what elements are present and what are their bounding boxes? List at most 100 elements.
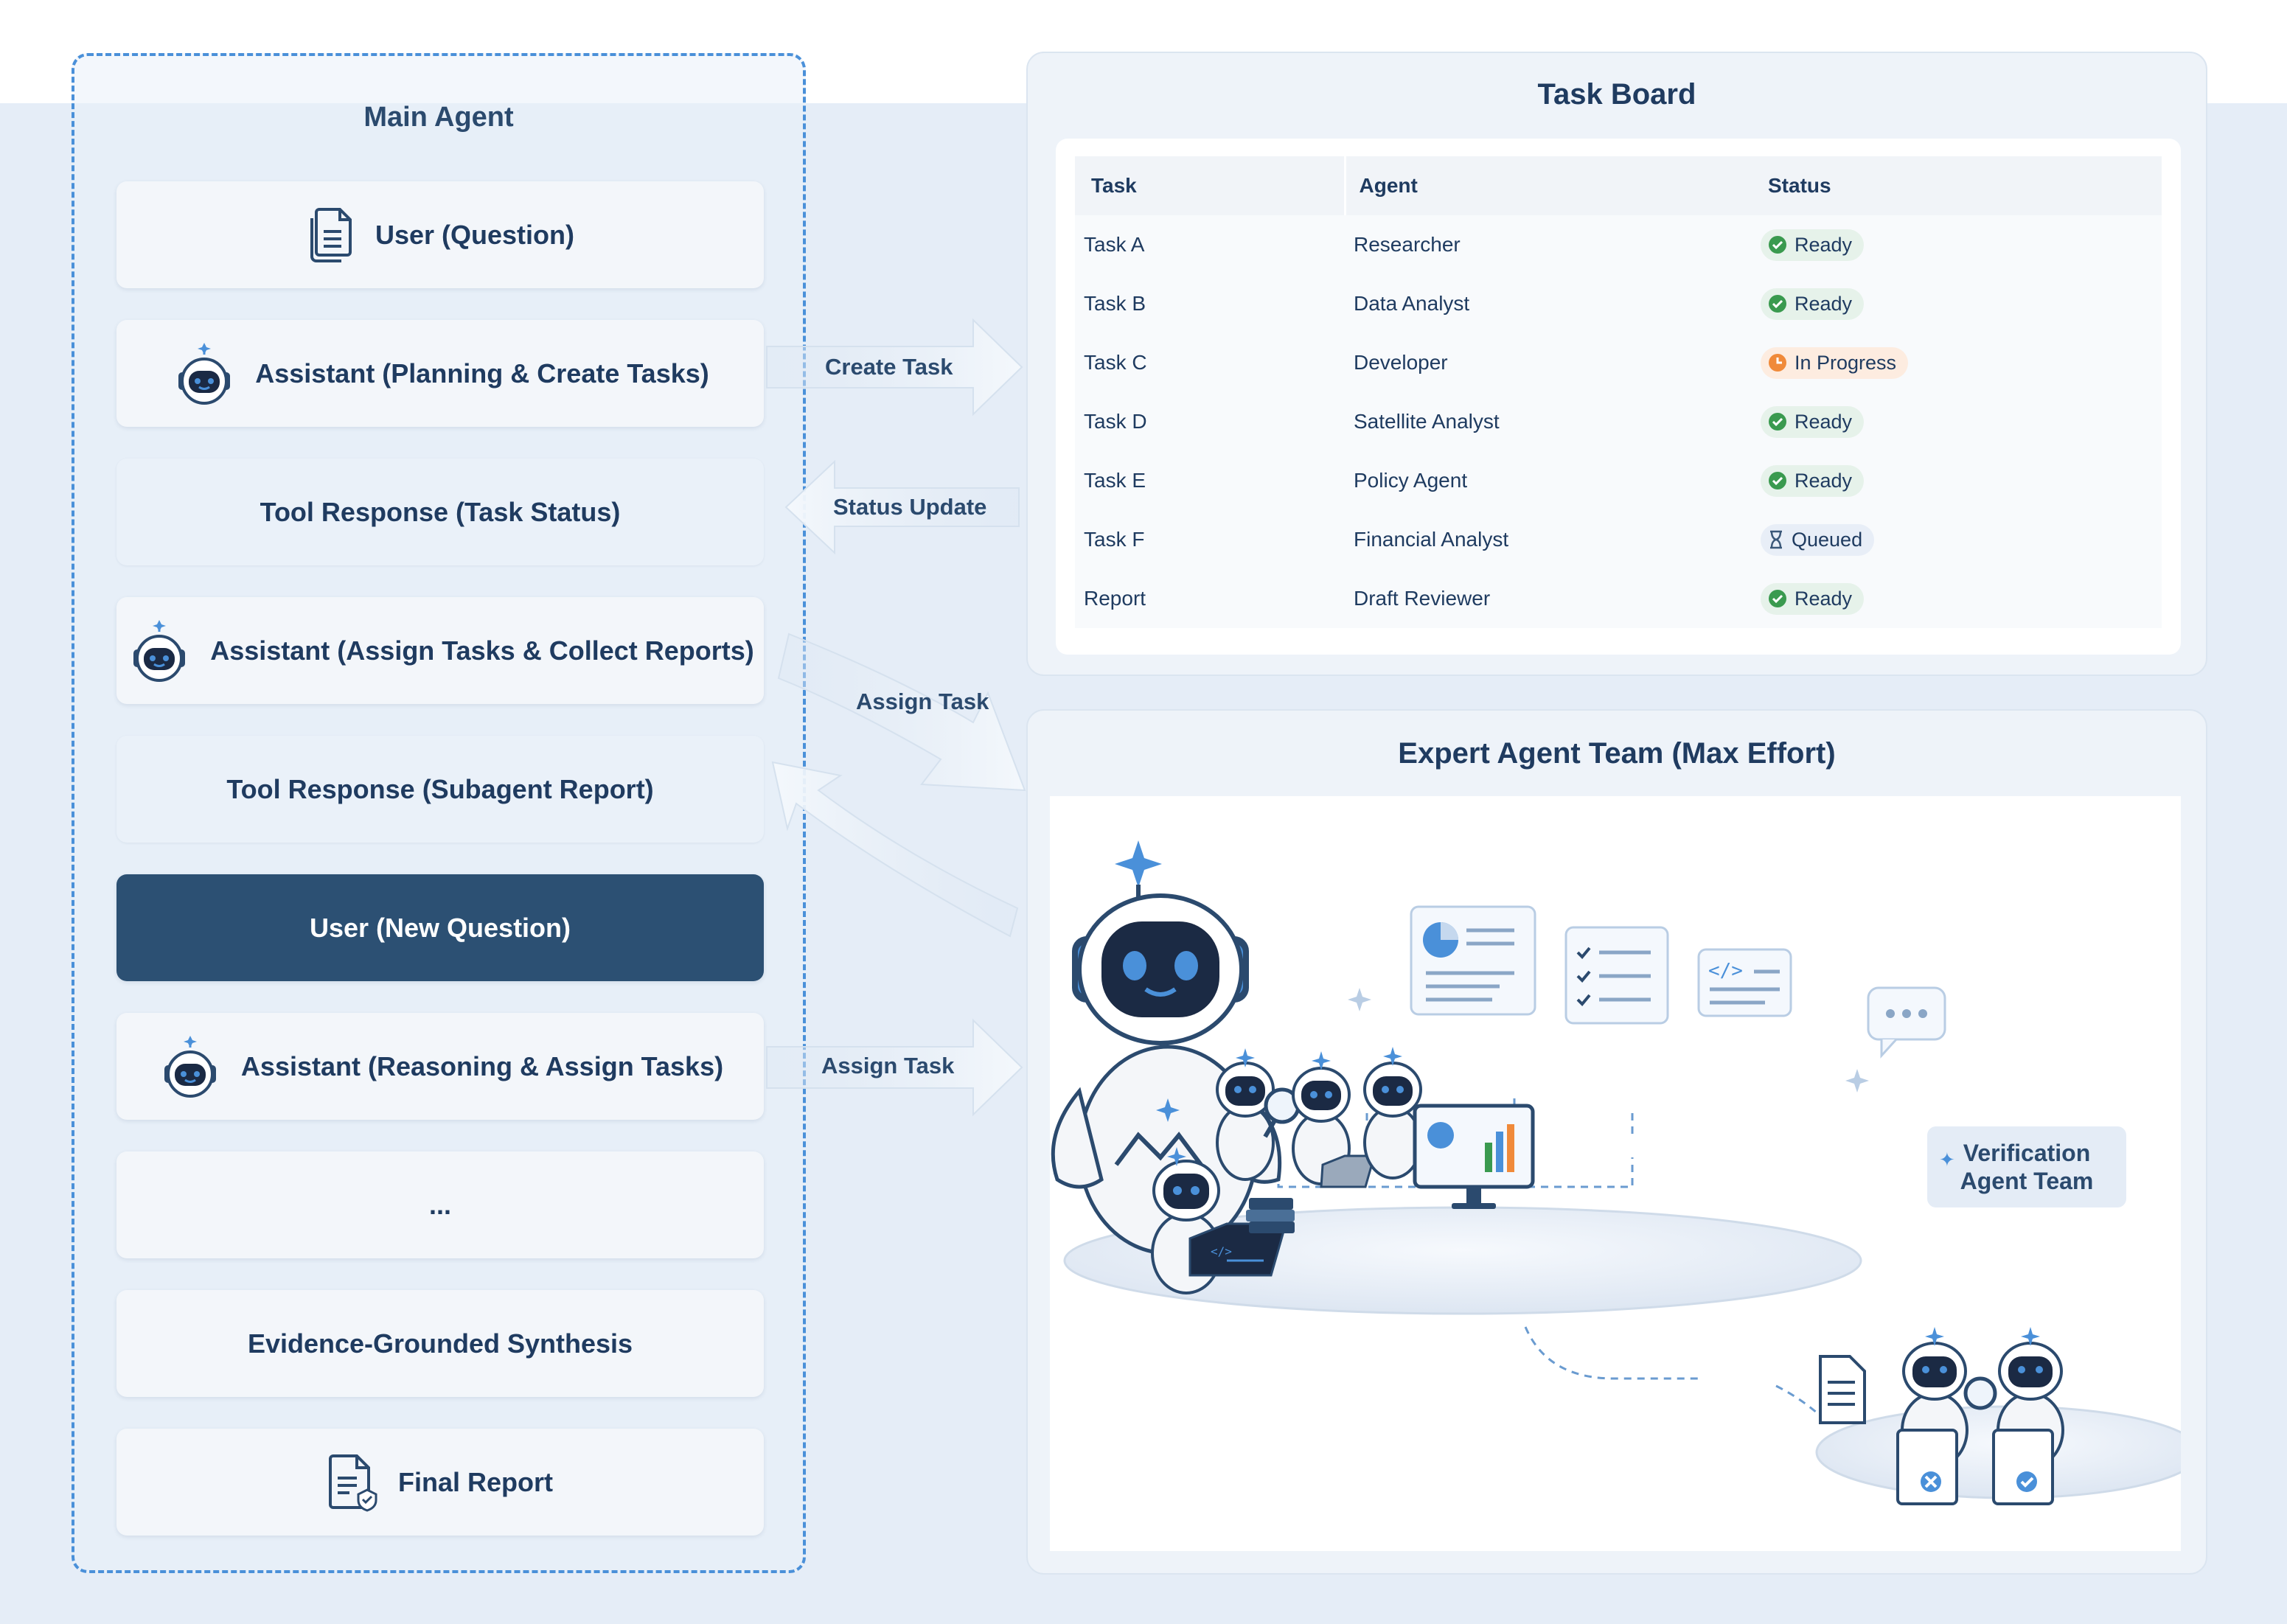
status-cell: Queued <box>1752 510 2162 569</box>
step-label: Assistant (Assign Tasks & Collect Report… <box>210 635 754 666</box>
table-row[interactable]: Task E Policy Agent Ready <box>1075 451 2162 510</box>
chat-bubble-icon <box>1867 986 1946 1059</box>
task-board-card: Task Agent Status Task A Researcher Ready T… <box>1056 139 2181 655</box>
status-cell: In Progress <box>1752 333 2162 392</box>
step-assistant-reasoning[interactable]: Assistant (Reasoning & Assign Tasks) <box>116 1013 764 1120</box>
table-row[interactable]: Task B Data Analyst Ready <box>1075 274 2162 333</box>
status-badge: Queued <box>1761 523 1875 556</box>
table-header-row: Task Agent Status <box>1075 156 2162 215</box>
status-badge: Ready <box>1761 582 1865 615</box>
step-evidence-synthesis[interactable]: Evidence-Grounded Synthesis <box>116 1290 764 1397</box>
table-row[interactable]: Task F Financial Analyst Queued <box>1075 510 2162 569</box>
check-circle-icon <box>1768 294 1787 313</box>
robot-laptop-apple <box>1292 1051 1376 1188</box>
step-label: Evidence-Grounded Synthesis <box>247 1328 633 1359</box>
status-cell: Ready <box>1752 392 2162 451</box>
status-badge: Ready <box>1761 229 1865 261</box>
task-cell: Task D <box>1075 392 1345 451</box>
hourglass-icon <box>1768 530 1784 549</box>
step-label: Assistant (Reasoning & Assign Tasks) <box>240 1050 724 1081</box>
column-header-task: Task <box>1075 156 1345 215</box>
sparkle-icon <box>1845 1069 1869 1092</box>
status-cell: Ready <box>1752 274 2162 333</box>
status-cell: Ready <box>1752 451 2162 510</box>
agent-cell: Financial Analyst <box>1345 510 1752 569</box>
check-circle-icon <box>1768 235 1787 254</box>
status-cell: Ready <box>1752 215 2162 274</box>
status-label: Queued <box>1792 528 1863 551</box>
table-row[interactable]: Task A Researcher Ready <box>1075 215 2162 274</box>
task-cell: Task C <box>1075 333 1345 392</box>
step-label: Tool Response (Task Status) <box>260 496 621 527</box>
task-board-panel: Task Board Task Agent Status Task A Resea… <box>1026 52 2207 676</box>
connector-line <box>1524 1326 1702 1380</box>
agent-cell: Policy Agent <box>1345 451 1752 510</box>
status-cell: Ready <box>1752 569 2162 628</box>
step-label: User (Question) <box>375 219 575 250</box>
step-final-report[interactable]: Final Report <box>116 1429 764 1536</box>
check-circle-icon <box>1768 589 1787 608</box>
task-table: Task Agent Status Task A Researcher Ready T… <box>1075 156 2162 628</box>
status-label: Ready <box>1795 410 1853 433</box>
table-row[interactable]: Task D Satellite Analyst Ready <box>1075 392 2162 451</box>
agent-cell: Draft Reviewer <box>1345 569 1752 628</box>
status-badge: Ready <box>1761 464 1865 497</box>
task-cell: Task E <box>1075 451 1345 510</box>
agent-cell: Satellite Analyst <box>1345 392 1752 451</box>
assign-task-label-1: Assign Task <box>856 689 989 714</box>
step-tool-response-status[interactable]: Tool Response (Task Status) <box>116 459 764 565</box>
svg-text:</>: </> <box>1708 960 1743 982</box>
table-row[interactable]: Report Draft Reviewer Ready <box>1075 569 2162 628</box>
verifier-robot-1 <box>1896 1327 1969 1505</box>
step-assistant-planning[interactable]: Assistant (Planning & Create Tasks) <box>116 320 764 427</box>
step-assistant-assign-collect[interactable]: Assistant (Assign Tasks & Collect Report… <box>116 597 764 704</box>
status-label: Ready <box>1795 233 1853 256</box>
status-label: Ready <box>1795 587 1853 610</box>
create-task-label: Create Task <box>825 354 953 380</box>
task-cell: Task F <box>1075 510 1345 569</box>
assign-task-label-2: Assign Task <box>821 1053 955 1078</box>
robot-icon <box>126 619 192 682</box>
table-row[interactable]: Task C Developer In Progress <box>1075 333 2162 392</box>
main-agent-panel: Main Agent User (Question) Assistant (Pl… <box>72 53 806 1573</box>
robot-magnifier <box>1216 1048 1301 1181</box>
books-stack <box>1246 1198 1295 1233</box>
verification-team-label: ✦ Verification Agent Team <box>1927 1126 2126 1207</box>
step-label: ... <box>428 1189 451 1220</box>
check-circle-icon <box>1768 471 1787 490</box>
step-user-question[interactable]: User (Question) <box>116 181 764 288</box>
sparkle-icon <box>1348 988 1371 1011</box>
task-cell: Report <box>1075 569 1345 628</box>
task-cell: Task B <box>1075 274 1345 333</box>
step-label: Tool Response (Subagent Report) <box>226 773 654 804</box>
step-user-new-question[interactable]: User (New Question) <box>116 874 764 981</box>
verifier-robot-2 <box>1992 1327 2064 1505</box>
chart-doc-card <box>1410 905 1536 1016</box>
column-header-status: Status <box>1752 156 2162 215</box>
report-check-icon <box>327 1453 380 1512</box>
expert-team-illustration: </> </> ✦ Verification Agent Team <box>1050 796 2181 1551</box>
code-card: </> <box>1697 948 1792 1017</box>
step-label: Final Report <box>397 1466 553 1497</box>
clock-icon <box>1768 353 1787 372</box>
step-tool-response-report[interactable]: Tool Response (Subagent Report) <box>116 736 764 843</box>
status-label: Ready <box>1795 292 1853 315</box>
expert-team-panel: Expert Agent Team (Max Effort) </> </> ✦… <box>1026 709 2207 1575</box>
step-ellipsis[interactable]: ... <box>116 1151 764 1258</box>
robot-icon <box>157 1035 223 1098</box>
column-header-agent: Agent <box>1343 156 1752 215</box>
agent-cell: Data Analyst <box>1345 274 1752 333</box>
task-board-title: Task Board <box>1537 78 1696 111</box>
status-badge: Ready <box>1761 405 1865 438</box>
svg-text:</>: </> <box>1211 1244 1232 1258</box>
agent-cell: Researcher <box>1345 215 1752 274</box>
status-badge: Ready <box>1761 287 1865 320</box>
robot-monitor <box>1363 1047 1422 1179</box>
task-cell: Task A <box>1075 215 1345 274</box>
checklist-card <box>1564 926 1669 1025</box>
documents-icon <box>306 206 358 264</box>
agent-cell: Developer <box>1345 333 1752 392</box>
analytics-monitor <box>1413 1104 1535 1209</box>
status-label: In Progress <box>1795 351 1897 374</box>
expert-team-title: Expert Agent Team (Max Effort) <box>1398 737 1836 770</box>
